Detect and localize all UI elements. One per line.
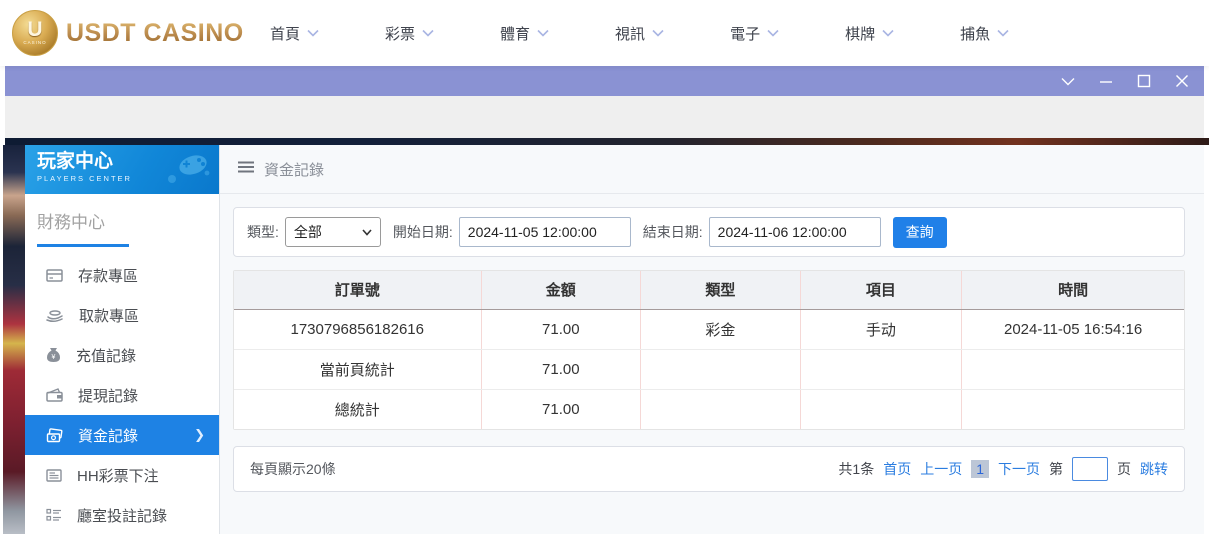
nav-item-sports[interactable]: 體育 <box>500 23 549 44</box>
sidebar: 玩家中心 PLAYERS CENTER 財務中心 存款專區 取款專區 ¥ 充值記… <box>25 145 220 534</box>
sidebar-menu: 存款專區 取款專區 ¥ 充值記錄 提現記錄 資金記錄 ❯ HH彩票下注 <box>25 255 219 534</box>
chevron-down-icon <box>537 29 549 37</box>
sidebar-header: 玩家中心 PLAYERS CENTER <box>25 145 219 194</box>
table-row-page-total: 當前頁統計 71.00 <box>234 349 1184 389</box>
sidebar-item-fund-record[interactable]: 資金記錄 ❯ <box>25 415 219 455</box>
col-header-order-no: 訂單號 <box>234 271 481 309</box>
nav-item-cards[interactable]: 棋牌 <box>845 23 894 44</box>
cell-label: 當前頁統計 <box>234 349 481 389</box>
prev-page-link[interactable]: 上一页 <box>920 459 962 479</box>
pagination-bar: 每頁顯示20條 共1条 首页 上一页 1 下一页 第 页 跳转 <box>233 446 1185 492</box>
background-image-strip <box>5 138 1209 145</box>
table-header-row: 訂單號 金額 類型 項目 時間 <box>234 271 1184 309</box>
sidebar-item-recharge-record[interactable]: ¥ 充值記錄 <box>25 335 219 375</box>
window-close-icon[interactable] <box>1174 73 1190 89</box>
chevron-down-icon <box>997 29 1009 37</box>
main-nav: 首頁 彩票 體育 視訊 電子 棋牌 <box>270 23 1009 44</box>
sidebar-item-withdraw[interactable]: 取款專區 <box>25 295 219 335</box>
sidebar-item-withdraw-record[interactable]: 提現記錄 <box>25 375 219 415</box>
cell-type: 彩金 <box>641 309 801 349</box>
start-date-label: 開始日期: <box>393 222 453 242</box>
chevron-down-icon <box>767 29 779 37</box>
site-header: U CASINO USDT CASINO 首頁 彩票 體育 視訊 <box>0 0 1209 66</box>
window-minimize-icon[interactable] <box>1098 73 1114 89</box>
current-page-indicator: 1 <box>971 460 989 478</box>
page: U CASINO USDT CASINO 首頁 彩票 體育 視訊 <box>0 0 1209 534</box>
col-header-amount: 金額 <box>481 271 641 309</box>
table-row-grand-total: 總統計 71.00 <box>234 389 1184 429</box>
money-bag-icon: ¥ <box>46 347 61 363</box>
chevron-down-icon <box>652 29 664 37</box>
main-content: 資金記錄 類型: 全部 開始日期: 結束日期: 查詢 訂單號 <box>220 145 1204 534</box>
page-size-text: 每頁顯示20條 <box>250 459 336 479</box>
cell-amount: 71.00 <box>481 389 641 429</box>
end-date-label: 結束日期: <box>643 222 703 242</box>
sidebar-item-deposit[interactable]: 存款專區 <box>25 255 219 295</box>
wallet-icon <box>46 388 63 402</box>
logo-ball-icon: U CASINO <box>12 10 58 56</box>
svg-text:¥: ¥ <box>52 354 56 361</box>
jump-action-link[interactable]: 跳转 <box>1140 459 1168 479</box>
hamburger-icon <box>238 160 254 178</box>
page-title: 資金記錄 <box>264 159 324 180</box>
total-count-text: 共1条 <box>838 459 874 479</box>
search-button[interactable]: 查詢 <box>893 217 947 248</box>
table-row: 1730796856182616 71.00 彩金 手动 2024-11-05 … <box>234 309 1184 349</box>
chevron-down-icon <box>422 29 434 37</box>
logo-subtext: CASINO <box>23 40 46 46</box>
cell-time: 2024-11-05 16:54:16 <box>962 309 1184 349</box>
checklist-icon <box>46 508 62 522</box>
nav-item-video[interactable]: 視訊 <box>615 23 664 44</box>
page-jump-input[interactable] <box>1072 457 1108 481</box>
end-date-input[interactable] <box>709 217 881 247</box>
nav-item-slots[interactable]: 電子 <box>730 23 779 44</box>
chevron-right-icon: ❯ <box>194 427 219 443</box>
section-underline <box>37 244 129 247</box>
cell-label: 總統計 <box>234 389 481 429</box>
cell-order-no: 1730796856182616 <box>234 309 481 349</box>
nav-item-home[interactable]: 首頁 <box>270 23 319 44</box>
type-select[interactable]: 全部 <box>285 217 381 247</box>
brand-logo[interactable]: U CASINO USDT CASINO <box>0 10 258 56</box>
nav-item-fishing[interactable]: 捕魚 <box>960 23 1009 44</box>
filter-panel: 類型: 全部 開始日期: 結束日期: 查詢 <box>233 207 1185 257</box>
sidebar-item-room-bet-record[interactable]: 廳室投註記錄 <box>25 495 219 534</box>
hand-coins-icon <box>46 308 64 323</box>
list-card-icon <box>46 469 62 482</box>
window-dropdown-icon[interactable] <box>1060 73 1076 89</box>
background-photo-edge <box>3 145 25 534</box>
col-header-time: 時間 <box>962 271 1184 309</box>
col-header-type: 類型 <box>641 271 801 309</box>
chevron-down-icon <box>882 29 894 37</box>
gamepad-icon <box>163 151 211 190</box>
nav-item-lottery[interactable]: 彩票 <box>385 23 434 44</box>
cell-amount: 71.00 <box>481 309 641 349</box>
start-date-input[interactable] <box>459 217 631 247</box>
sidebar-item-hh-lottery-bets[interactable]: HH彩票下注 <box>25 455 219 495</box>
breadcrumb: 資金記錄 <box>220 145 1204 194</box>
records-table: 訂單號 金額 類型 項目 時間 1730796856182616 71.00 彩… <box>233 270 1185 430</box>
bank-card-icon <box>46 268 63 283</box>
chevron-down-icon <box>362 229 372 236</box>
logo-letter: U <box>27 20 42 40</box>
next-page-link[interactable]: 下一页 <box>998 459 1040 479</box>
sidebar-section-title: 財務中心 <box>37 208 219 233</box>
type-select-value: 全部 <box>294 222 322 242</box>
window-maximize-icon[interactable] <box>1136 73 1152 89</box>
pagination-controls: 共1条 首页 上一页 1 下一页 第 页 跳转 <box>838 457 1168 481</box>
cell-amount: 71.00 <box>481 349 641 389</box>
chevron-down-icon <box>307 29 319 37</box>
cell-item: 手动 <box>800 309 962 349</box>
window-titlebar <box>5 66 1204 96</box>
banknotes-icon <box>46 428 63 443</box>
first-page-link[interactable]: 首页 <box>883 459 911 479</box>
col-header-item: 項目 <box>800 271 962 309</box>
jump-prefix-label: 第 <box>1049 459 1063 479</box>
type-label: 類型: <box>247 222 279 242</box>
jump-suffix-label: 页 <box>1117 459 1131 479</box>
spacer-band <box>5 96 1204 138</box>
brand-name: USDT CASINO <box>66 19 244 48</box>
